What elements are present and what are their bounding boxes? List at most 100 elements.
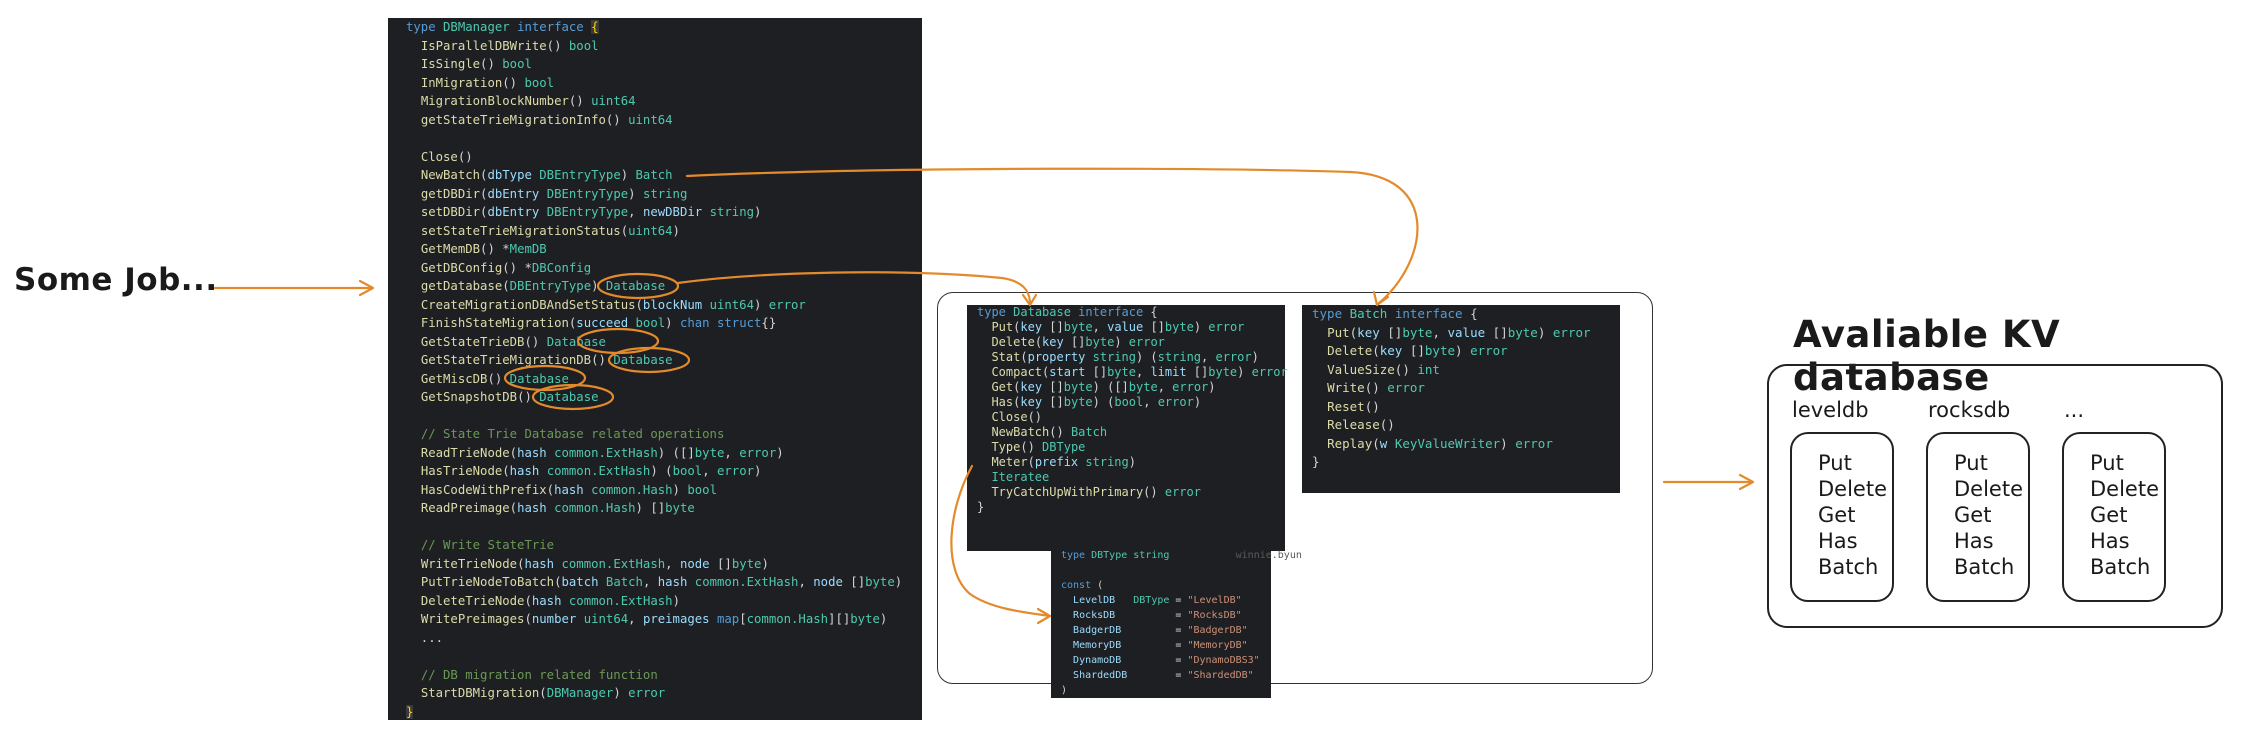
code-line: Iteratee <box>991 470 1050 484</box>
code-line: Delete(key []byte) error <box>991 335 1165 349</box>
code-line: Delete(key []byte) error <box>1327 343 1508 358</box>
arrowhead <box>358 279 375 297</box>
job-label: Some Job... <box>14 262 218 298</box>
code-line: } <box>977 500 985 514</box>
code-line: } <box>406 704 414 719</box>
dbmanager-code-panel: type DBManager interface { IsParallelDBW… <box>388 18 922 720</box>
code-line: InMigration() bool <box>420 75 555 90</box>
code-line: setStateTrieMigrationStatus(uint64) <box>420 223 680 238</box>
code-line: GetMemDB() *MemDB <box>420 242 547 256</box>
kv-column-more-label: ... <box>2064 398 2085 422</box>
code-line: WriteTrieNode(hash common.ExtHash, node … <box>420 556 769 571</box>
code-line: Close() <box>420 149 473 164</box>
kv-op: Delete <box>1954 477 2023 501</box>
kv-op: Get <box>1818 503 1856 527</box>
code-line: Compact(start []byte, limit []byte) erro… <box>991 365 1288 379</box>
kv-op: Batch <box>2090 555 2151 579</box>
code-line: type DBManager interface { <box>406 20 599 34</box>
code-line: NewBatch() Batch <box>991 425 1108 439</box>
code-line: GetMiscDB() Database <box>420 371 569 386</box>
code-line: Release() <box>1327 417 1395 432</box>
code-line: HasTrieNode(hash common.ExtHash) (bool, … <box>420 464 762 478</box>
code-line: ReadTrieNode(hash common.ExtHash) ([]byt… <box>420 445 784 460</box>
code-line: MigrationBlockNumber() uint64 <box>420 94 636 108</box>
code-line: } <box>1312 454 1320 469</box>
code-line: IsSingle() bool <box>420 57 532 71</box>
code-line: ReadPreimage(hash common.Hash) []byte <box>420 501 695 515</box>
code-line: const ( <box>1061 580 1104 591</box>
code-line: NewBatch(dbType DBEntryType) Batch <box>420 168 673 182</box>
kv-column-more-card: Put Delete Get Has Batch <box>2062 432 2166 602</box>
code-line: Close() <box>991 410 1043 424</box>
kv-op: Batch <box>1818 555 1879 579</box>
code-line: LevelDB DBType = "LevelDB" <box>1073 595 1242 606</box>
code-line: GetDBConfig() *DBConfig <box>420 260 592 275</box>
code-line: Meter(prefix string) <box>991 455 1136 469</box>
code-line: FinishStateMigration(succeed bool) chan … <box>420 316 777 330</box>
code-line: DynamoDB = "DynamoDBS3" <box>1073 655 1260 666</box>
kv-op: Put <box>1818 451 1852 475</box>
code-line: HasCodeWithPrefix(hash common.Hash) bool <box>420 482 717 497</box>
code-line: Replay(w KeyValueWriter) error <box>1327 435 1553 451</box>
code-line: GetSnapshotDB() Database <box>420 390 599 404</box>
kv-op: Put <box>2090 451 2124 475</box>
code-line: type Batch interface { <box>1312 306 1478 321</box>
code-line: // Write StateTrie <box>420 538 555 552</box>
kv-op: Batch <box>1954 555 2015 579</box>
kv-op: Delete <box>2090 477 2159 501</box>
code-line: IsParallelDBWrite() bool <box>420 38 599 53</box>
code-line: DeleteTrieNode(hash common.ExtHash) <box>420 593 680 608</box>
kv-op: Has <box>1818 529 1858 553</box>
code-line: TryCatchUpWithPrimary() error <box>991 485 1201 499</box>
kv-column-rocksdb-card: Put Delete Get Has Batch <box>1926 432 2030 602</box>
kv-op: Has <box>1954 529 1994 553</box>
code-line: Has(key []byte) (bool, error) <box>991 395 1202 409</box>
code-line: // DB migration related function <box>420 667 658 682</box>
code-line: getDBDir(dbEntry DBEntryType) string <box>420 186 688 201</box>
code-line: ) <box>1061 685 1068 696</box>
code-line: Get(key []byte) ([]byte, error) <box>991 380 1216 394</box>
kv-op: Get <box>2090 503 2128 527</box>
kv-column-leveldb-label: leveldb <box>1792 398 1869 422</box>
kv-column-rocksdb-label: rocksdb <box>1928 398 2011 422</box>
code-line: StartDBMigration(DBManager) error <box>420 686 666 700</box>
arrowhead <box>1738 473 1755 491</box>
code-line: RocksDB = "RocksDB" <box>1073 610 1242 621</box>
database-interface-panel: type Database interface { Put(key []byte… <box>967 305 1288 551</box>
code-line: Type() DBType <box>991 440 1086 454</box>
code-line: getStateTrieMigrationInfo() uint64 <box>420 112 673 127</box>
dbtype-panel: type DBType string winnie.byun const ( L… <box>1051 548 1302 698</box>
code-line: PutTrieNodeToBatch(batch Batch, hash com… <box>420 575 903 589</box>
code-line: // State Trie Database related operation… <box>420 427 725 441</box>
code-line: type DBType string winnie.byun <box>1061 550 1302 561</box>
code-line: ... <box>406 630 444 645</box>
batch-interface-panel: type Batch interface { Put(key []byte, v… <box>1302 305 1620 493</box>
code-line: ValueSize() int <box>1327 361 1440 377</box>
code-line: getDatabase(DBEntryType) Database <box>420 279 666 293</box>
code-line: GetStateTrieDB() Database <box>420 334 606 349</box>
code-line: Reset() <box>1327 398 1380 414</box>
code-line: ShardedDB = "ShardedDB" <box>1073 670 1254 681</box>
kv-op: Put <box>1954 451 1988 475</box>
kv-column-leveldb-card: Put Delete Get Has Batch <box>1790 432 1894 602</box>
kv-op: Delete <box>1818 477 1887 501</box>
code-line: MemoryDB = "MemoryDB" <box>1073 640 1248 651</box>
code-line: setDBDir(dbEntry DBEntryType, newDBDir s… <box>420 205 762 219</box>
code-line: Put(key []byte, value []byte) error <box>1327 324 1591 340</box>
code-line: Stat(property string) (string, error) <box>991 350 1259 364</box>
code-line: Write() error <box>1327 380 1425 395</box>
code-line: Put(key []byte, value []byte) error <box>991 320 1245 334</box>
watermark: winnie.byun <box>1235 550 1302 561</box>
code-line: BadgerDB = "BadgerDB" <box>1073 625 1248 636</box>
code-line: CreateMigrationDBAndSetStatus(blockNum u… <box>420 297 806 312</box>
code-line: WritePreimages(number uint64, preimages … <box>420 612 888 626</box>
kv-op: Has <box>2090 529 2130 553</box>
kv-op: Get <box>1954 503 1992 527</box>
code-line: GetStateTrieMigrationDB() Database <box>420 353 673 367</box>
code-line: type Database interface { <box>977 305 1158 319</box>
